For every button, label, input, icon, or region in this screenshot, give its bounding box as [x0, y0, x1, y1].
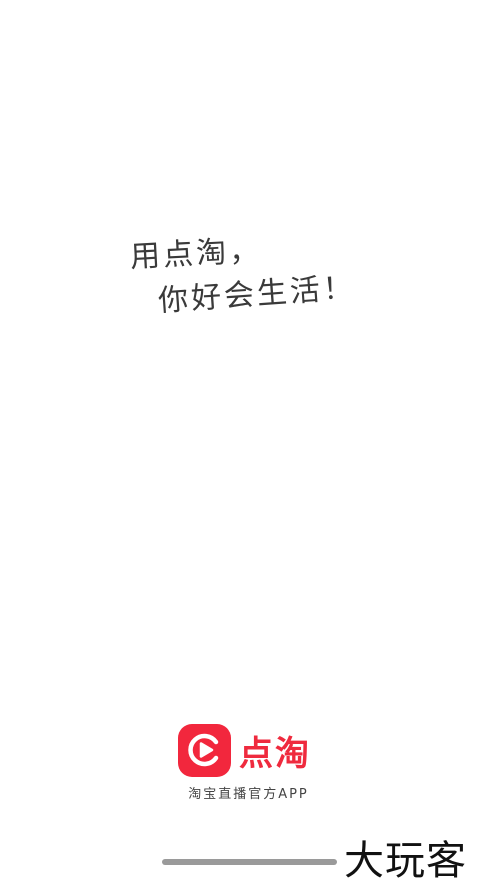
slogan-line-1: 用点淘，: [129, 233, 263, 275]
brand-tagline: 淘宝直播官方APP: [188, 787, 309, 802]
splash-screen: 用点淘， 你好会生活！ 点淘 淘宝直播官方APP 大玩客: [0, 0, 497, 883]
home-indicator[interactable]: [162, 859, 337, 865]
dian-tao-play-icon: [178, 723, 231, 777]
brand-name: 点淘: [239, 733, 311, 774]
brand-logo: 点淘: [178, 723, 311, 777]
watermark: 大玩客: [344, 838, 467, 883]
